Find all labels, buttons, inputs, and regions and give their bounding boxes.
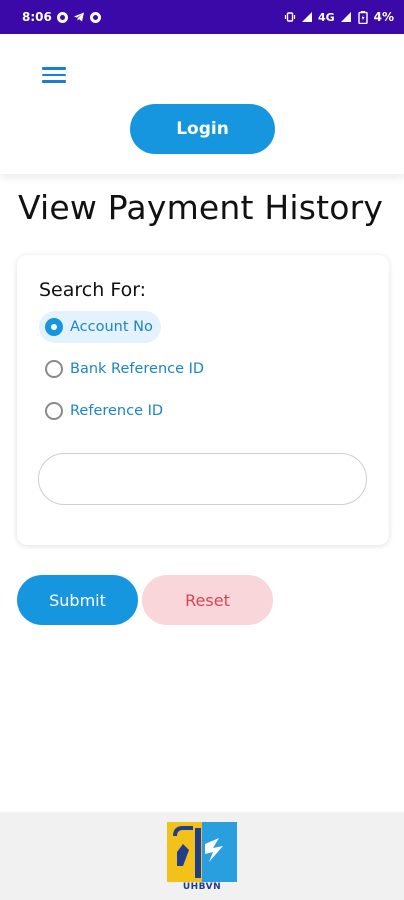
radio-checked-icon[interactable] xyxy=(45,318,63,336)
status-bar-left: 8:06 xyxy=(22,10,101,24)
radio-option-bank-reference-id[interactable]: Bank Reference ID xyxy=(39,353,212,385)
logo-text: UHBVN xyxy=(182,882,222,892)
radio-unchecked-icon[interactable] xyxy=(45,402,63,420)
telegram-icon xyxy=(73,11,85,23)
status-time: 8:06 xyxy=(22,10,52,24)
radio-option-account-no[interactable]: Account No xyxy=(39,311,161,343)
app-notification-icon xyxy=(56,11,68,23)
hamburger-menu-icon[interactable] xyxy=(42,64,66,86)
vibrate-icon xyxy=(284,11,296,23)
login-button[interactable]: Login xyxy=(130,104,275,154)
radio-label-reference-id: Reference ID xyxy=(70,403,164,419)
search-card: Search For: Account No Bank Reference ID… xyxy=(17,255,389,545)
status-bar-right: 4G 4% xyxy=(284,10,394,24)
radio-label-account-no: Account No xyxy=(70,319,153,335)
page-title: View Payment History xyxy=(18,188,384,227)
search-input[interactable] xyxy=(38,453,367,505)
radio-label-bank-reference-id: Bank Reference ID xyxy=(70,361,205,377)
footer: UHBVN xyxy=(0,812,404,900)
submit-button[interactable]: Submit xyxy=(17,575,138,625)
radio-unchecked-icon[interactable] xyxy=(45,360,63,378)
uhbvn-logo xyxy=(167,822,237,882)
search-for-label: Search For: xyxy=(39,279,147,301)
battery-level: 4% xyxy=(373,10,394,24)
battery-icon xyxy=(357,10,369,24)
app-header: Login xyxy=(0,34,404,174)
signal-icon xyxy=(301,11,313,23)
status-bar: 8:06 4G 4% xyxy=(0,0,404,34)
signal-icon-2 xyxy=(340,11,352,23)
app-notification-icon-2 xyxy=(89,11,101,23)
reset-button[interactable]: Reset xyxy=(142,575,273,625)
radio-option-reference-id[interactable]: Reference ID xyxy=(39,395,171,427)
network-type: 4G xyxy=(317,10,335,24)
